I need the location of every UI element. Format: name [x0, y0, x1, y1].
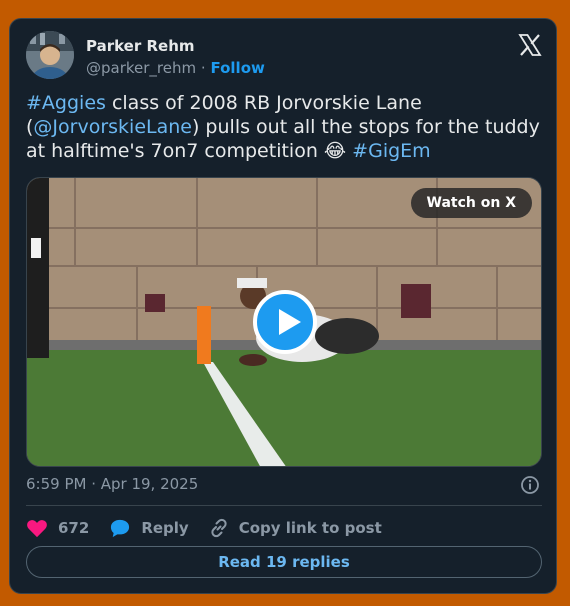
mention-link[interactable]: @JorvorskieLane: [33, 116, 192, 138]
emoji: 😂: [323, 140, 347, 162]
copy-link-button[interactable]: Copy link to post: [209, 518, 382, 538]
hashtag-link[interactable]: #GigEm: [352, 140, 431, 162]
divider: [26, 505, 542, 506]
heart-icon: [27, 520, 47, 538]
reply-bubble-icon: [111, 519, 130, 538]
like-count: 672: [58, 519, 90, 537]
reply-button[interactable]: Reply: [109, 518, 189, 538]
tweet-text: #Aggies class of 2008 RB Jorvorskie Lane…: [26, 91, 542, 163]
reply-label: Reply: [141, 519, 189, 537]
info-icon[interactable]: [520, 475, 540, 495]
action-bar: 672 Reply Copy link to post: [26, 515, 542, 541]
link-icon: [211, 518, 227, 538]
x-logo-icon[interactable]: [518, 33, 542, 57]
watch-on-x-button[interactable]: Watch on X: [410, 188, 532, 218]
copy-link-label: Copy link to post: [238, 519, 382, 537]
separator-dot: ·: [200, 59, 206, 77]
like-button[interactable]: 672: [26, 518, 89, 538]
author-handle-line: @parker_rehm · Follow: [86, 59, 265, 77]
follow-button[interactable]: Follow: [210, 59, 264, 77]
read-replies-button[interactable]: Read 19 replies: [26, 546, 542, 578]
video-player[interactable]: Watch on X: [26, 177, 542, 467]
tweet-header: Parker Rehm @parker_rehm · Follow: [26, 31, 542, 81]
timestamp[interactable]: 6:59 PM · Apr 19, 2025: [26, 475, 198, 493]
play-icon[interactable]: [253, 290, 317, 354]
author-handle[interactable]: @parker_rehm: [86, 59, 196, 77]
hashtag-link[interactable]: #Aggies: [26, 92, 106, 114]
tweet-card: Parker Rehm @parker_rehm · Follow #Aggie…: [9, 18, 557, 594]
author-name[interactable]: Parker Rehm: [86, 37, 195, 55]
avatar[interactable]: [26, 31, 74, 79]
